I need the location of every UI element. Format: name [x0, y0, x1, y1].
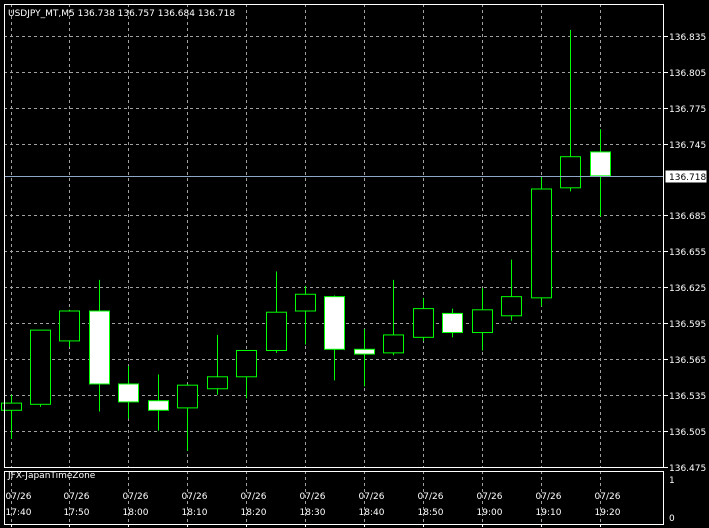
- candle-body-bullish: [295, 293, 316, 312]
- candle-body-bullish: [383, 334, 404, 354]
- chart-background: [0, 0, 709, 528]
- candle-body-bullish: [413, 308, 434, 338]
- time-label-date: 07/26: [595, 492, 621, 502]
- price-tick-label: 136.655: [669, 248, 706, 258]
- time-label-time: 18:00: [123, 508, 149, 518]
- candle-body-bearish: [148, 400, 169, 411]
- candle-body-bullish: [177, 384, 198, 409]
- price-tick-label: 136.835: [669, 33, 706, 43]
- candle-body-bullish: [472, 309, 493, 334]
- chart-header: USDJPY_MT,M5 136.738 136.757 136.684 136…: [8, 9, 235, 19]
- time-label-time: 19:10: [536, 508, 562, 518]
- candle-body-bearish: [324, 296, 345, 350]
- time-label-date: 07/26: [123, 492, 149, 502]
- price-tick-label: 136.775: [669, 105, 706, 115]
- time-label-date: 07/26: [6, 492, 32, 502]
- time-label-time: 18:50: [418, 508, 444, 518]
- candle: [30, 329, 51, 407]
- current-price-label: 136.718: [669, 173, 706, 183]
- time-label-date: 07/26: [477, 492, 503, 502]
- time-label-time: 19:00: [477, 508, 503, 518]
- price-tick-label: 136.745: [669, 141, 706, 151]
- price-tick-label: 136.475: [669, 464, 706, 474]
- candlestick-chart[interactable]: 136.835 136.805 136.775 136.745 136.685 136.6…: [0, 0, 709, 528]
- candle-body-bullish: [59, 310, 80, 342]
- time-label-date: 07/26: [536, 492, 562, 502]
- indicator-scale-top: 1: [669, 476, 675, 486]
- time-label-time: 18:30: [300, 508, 326, 518]
- candle-body-bearish: [354, 348, 375, 355]
- time-label-time: 17:50: [64, 508, 90, 518]
- price-tick-label: 136.685: [669, 212, 706, 222]
- price-tick-label: 136.595: [669, 320, 706, 330]
- candle-body-bearish: [118, 383, 139, 403]
- candle-body-bearish: [590, 151, 611, 177]
- candle-body-bullish: [236, 349, 257, 378]
- indicator-name: JFX-JapanTimeZone: [7, 471, 96, 481]
- candle-body-bullish: [30, 329, 51, 405]
- price-tick-label: 136.535: [669, 392, 706, 402]
- time-label-date: 07/26: [300, 492, 326, 502]
- time-label-time: 18:10: [182, 508, 208, 518]
- candle-body-bullish: [531, 188, 552, 299]
- candle: [442, 308, 463, 338]
- price-tick-label: 136.505: [669, 428, 706, 438]
- time-label-date: 07/26: [418, 492, 444, 502]
- price-tick-label: 136.805: [669, 69, 706, 79]
- time-label-time: 18:40: [359, 508, 385, 518]
- candle-body-bullish: [266, 311, 287, 351]
- time-label-date: 07/26: [241, 492, 267, 502]
- indicator-scale-bottom: 0: [669, 514, 675, 524]
- candle: [59, 309, 80, 347]
- price-tick-label: 136.565: [669, 356, 706, 366]
- time-label-date: 07/26: [182, 492, 208, 502]
- time-label-time: 18:20: [241, 508, 267, 518]
- candle: [531, 177, 552, 307]
- time-label-date: 07/26: [359, 492, 385, 502]
- time-label-date: 07/26: [64, 492, 90, 502]
- time-label-time: 17:40: [6, 508, 32, 518]
- time-label-time: 19:20: [595, 508, 621, 518]
- candle-body-bullish: [560, 156, 581, 189]
- price-tick-label: 136.625: [669, 284, 706, 294]
- candle-body-bullish: [207, 376, 228, 390]
- candle-body-bearish: [89, 310, 110, 385]
- candle-body-bearish: [442, 312, 463, 334]
- candle-body-bullish: [501, 296, 522, 317]
